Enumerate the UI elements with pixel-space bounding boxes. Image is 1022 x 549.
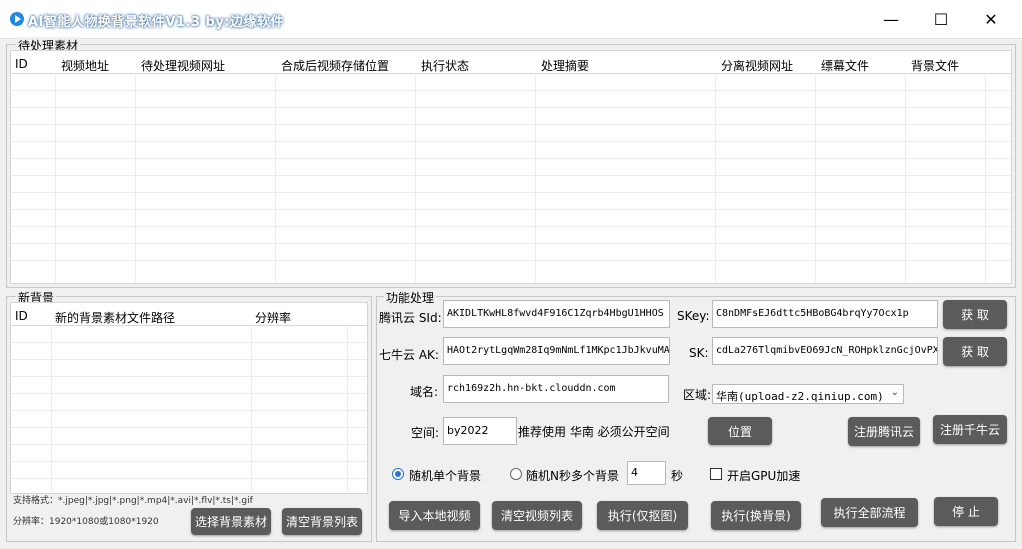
register-tencent-button[interactable]: 注册腾讯云: [848, 417, 920, 446]
window-title: AI智能人物换背景软件V1.3 by:边缘软件: [28, 15, 284, 30]
pending-table[interactable]: ID 视频地址 待处理视频网址 合成后视频存储位置 执行状态 处理摘要 分离视频…: [10, 50, 1012, 284]
qiniu-ak-label: 七牛云 AK:: [379, 348, 439, 362]
skey-input[interactable]: C8nDMFsEJ6dttc5HBoBG4brqYy7Ocx1p: [712, 300, 938, 328]
region-value: 华南(upload-z2.qiniup.com): [716, 390, 884, 403]
col-summary: 处理摘要: [541, 59, 590, 73]
minimize-button[interactable]: —: [868, 0, 914, 38]
col-id: ID: [15, 57, 28, 71]
space-label: 空间:: [411, 426, 440, 440]
space-hint: 推荐使用 华南 必须公开空间: [518, 425, 670, 439]
random-multi-label: 随机N秒多个背景: [526, 469, 619, 483]
maximize-button[interactable]: ☐: [918, 0, 964, 38]
execute-change-bg-button[interactable]: 执行(换背景): [711, 501, 801, 530]
register-qiniu-button[interactable]: 注册千牛云: [933, 415, 1007, 444]
import-local-video-button[interactable]: 导入本地视频: [389, 501, 480, 530]
stop-button[interactable]: 停 止: [934, 497, 998, 526]
resolution-hint: 分辨率：1920*1080或1080*1920: [13, 517, 159, 527]
gpu-checkbox[interactable]: [710, 468, 722, 480]
tencent-sid-input[interactable]: AKIDLTKwHL8fwvd4F916C1Zqrb4HbgU1HHOS: [443, 300, 670, 328]
col-bg-file: 背景文件: [911, 59, 960, 73]
qiniu-sk-label: SK:: [689, 346, 709, 360]
col-split-url: 分离视频网址: [721, 59, 794, 73]
supported-formats: 支持格式：*.jpeg|*.jpg|*.png|*.mp4|*.avi|*.fl…: [13, 496, 253, 506]
col-pending-url: 待处理视频网址: [141, 59, 226, 73]
seconds-unit: 秒: [671, 469, 684, 483]
choose-bg-button[interactable]: 选择背景素材: [191, 508, 271, 535]
bg-col-path: 新的背景素材文件路径: [55, 311, 176, 325]
domain-label: 域名:: [410, 385, 439, 399]
tencent-sid-label: 腾讯云 SId:: [379, 311, 442, 325]
random-multi-radio[interactable]: [510, 468, 522, 480]
col-status: 执行状态: [421, 59, 470, 73]
skey-label: SKey:: [677, 309, 710, 323]
domain-input[interactable]: rch169z2h.hn-bkt.clouddn.com: [443, 375, 669, 403]
fetch-tencent-button[interactable]: 获 取: [943, 300, 1007, 329]
bg-table[interactable]: ID 新的背景素材文件路径 分辨率: [10, 302, 368, 494]
app-icon: [10, 12, 24, 26]
bg-col-id: ID: [15, 309, 28, 323]
func-group-label: 功能处理: [384, 289, 437, 306]
space-input[interactable]: by2022: [443, 417, 517, 445]
col-matte-file: 缥幕文件: [821, 59, 870, 73]
execute-all-button[interactable]: 执行全部流程: [821, 498, 918, 527]
col-output-location: 合成后视频存储位置: [281, 59, 390, 73]
random-single-label: 随机单个背景: [409, 469, 482, 483]
chevron-down-icon: ⌄: [890, 387, 899, 398]
close-button[interactable]: ✕: [968, 0, 1014, 38]
random-single-radio[interactable]: [392, 468, 404, 480]
region-select[interactable]: 华南(upload-z2.qiniup.com) ⌄: [712, 384, 904, 404]
clear-video-list-button[interactable]: 清空视频列表: [492, 501, 582, 530]
execute-matte-button[interactable]: 执行(仅抠图): [597, 501, 688, 530]
qiniu-sk-input[interactable]: cdLa276TlqmibvEO69JcN_ROHpklznGcjOvPXz: [712, 337, 938, 365]
clear-bg-list-button[interactable]: 清空背景列表: [282, 508, 362, 535]
fetch-qiniu-button[interactable]: 获 取: [943, 337, 1007, 366]
gpu-label: 开启GPU加速: [727, 469, 801, 483]
region-label: 区域:: [683, 388, 712, 402]
col-video-path: 视频地址: [61, 59, 110, 73]
qiniu-ak-input[interactable]: HAOt2rytLgqWm28Iq9mNmLf1MKpc1JbJkvuMAI: [443, 337, 670, 365]
seconds-input[interactable]: 4: [627, 461, 666, 485]
bg-col-resolution: 分辨率: [255, 311, 292, 325]
position-button[interactable]: 位置: [708, 417, 772, 445]
